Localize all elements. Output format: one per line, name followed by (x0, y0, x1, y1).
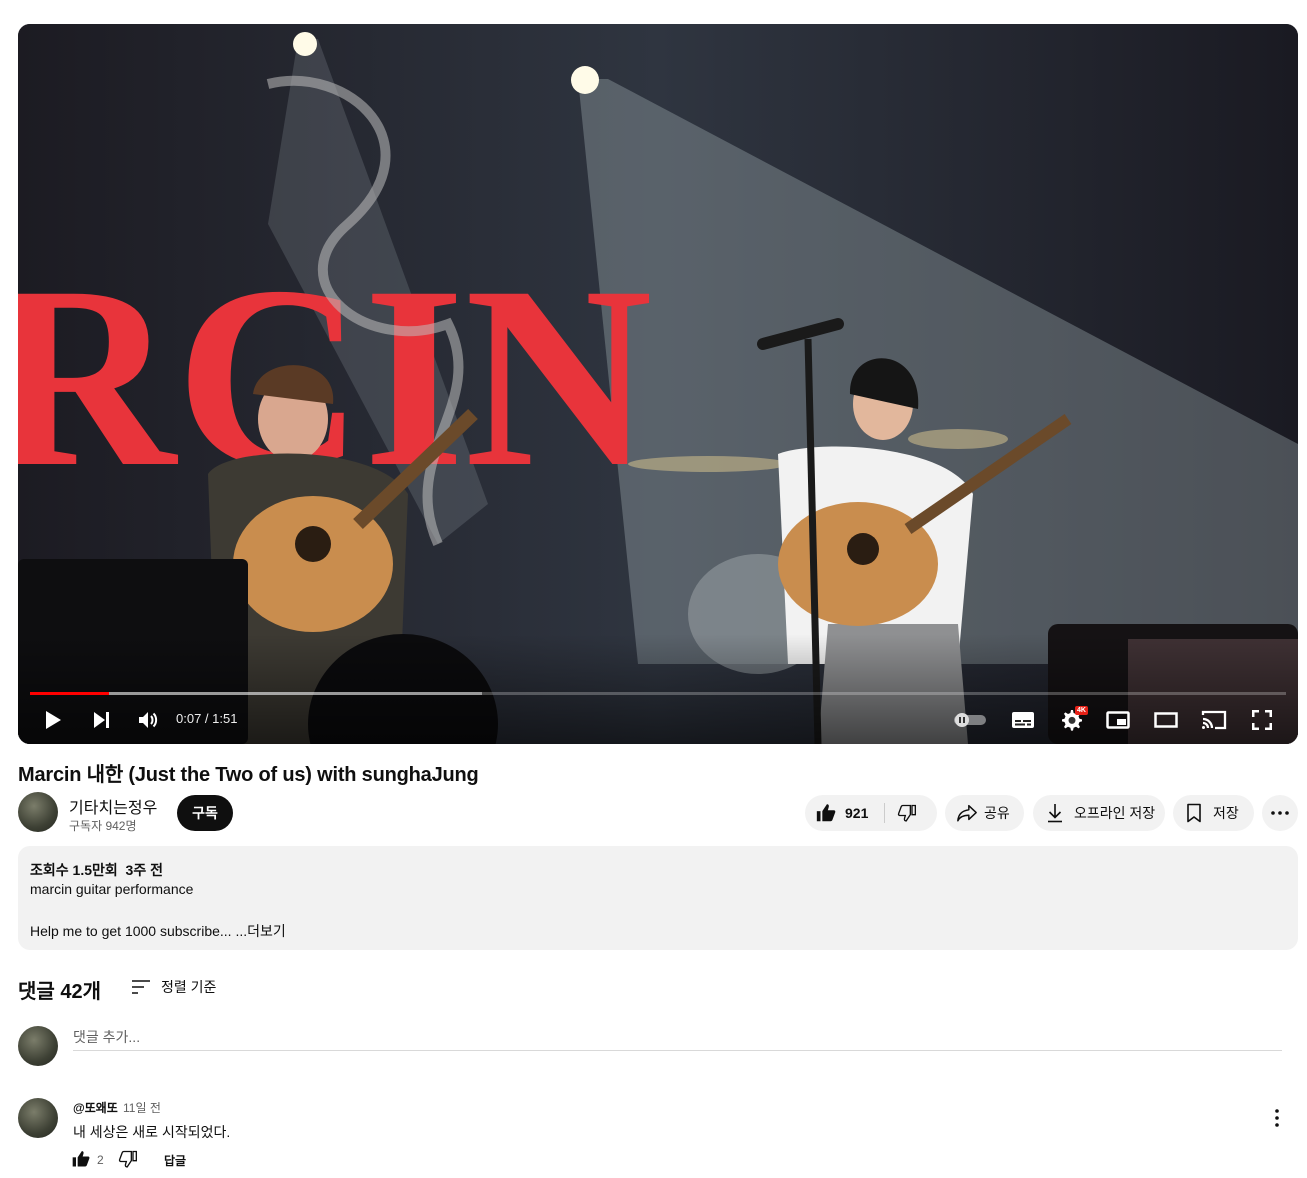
current-time: 0:07 (176, 711, 202, 726)
time-separator: / (201, 711, 213, 726)
volume-icon (139, 712, 158, 728)
volume-button[interactable] (133, 706, 163, 734)
video-title: Marcin 내한 (Just the Two of us) with sung… (18, 764, 479, 786)
more-actions-button[interactable] (1262, 795, 1298, 831)
autoplay-toggle-icon (954, 713, 986, 727)
add-comment-input[interactable]: 댓글 추가... (73, 1027, 1282, 1051)
video-player[interactable]: RCIN 0:07 / 1:51 4K (18, 24, 1298, 744)
bookmark-icon (1187, 803, 1201, 823)
view-count-and-date: 조회수 1.5만회 3주 전 (30, 862, 163, 878)
miniplayer-icon (1106, 711, 1130, 729)
share-label: 공유 (984, 805, 1010, 821)
subscriber-count: 구독자 942명 (69, 819, 137, 833)
progress-bar[interactable] (30, 692, 1286, 695)
fullscreen-icon (1252, 710, 1272, 730)
comment-author[interactable]: @또왜또 (73, 1099, 118, 1116)
save-button[interactable]: 저장 (1173, 795, 1254, 831)
comment-reply-button[interactable]: 답글 (164, 1152, 186, 1169)
skip-next-icon (94, 712, 109, 728)
cast-icon (1201, 710, 1227, 730)
played-bar (30, 692, 110, 695)
miniplayer-button[interactable] (1103, 706, 1133, 734)
comment-like-count: 2 (97, 1153, 104, 1167)
comment-time[interactable]: 11일 전 (123, 1099, 161, 1116)
subtitles-button[interactable] (1008, 706, 1038, 734)
play-button[interactable] (38, 706, 68, 734)
like-dislike-group: 921 (805, 795, 937, 831)
subtitles-icon (1012, 712, 1034, 728)
autoplay-toggle[interactable] (952, 706, 988, 734)
share-button[interactable]: 공유 (945, 795, 1024, 831)
download-label: 오프라인 저장 (1074, 805, 1156, 821)
time-display: 0:07 / 1:51 (176, 711, 237, 726)
theater-mode-button[interactable] (1151, 706, 1181, 734)
show-more-button[interactable]: ...더보기 (235, 923, 285, 939)
fullscreen-button[interactable] (1247, 706, 1277, 734)
download-button[interactable]: 오프라인 저장 (1033, 795, 1165, 831)
comment-menu-button[interactable] (1266, 1106, 1288, 1130)
sort-icon (132, 980, 150, 994)
share-icon (957, 804, 977, 822)
thumbs-up-icon (816, 804, 836, 822)
description-preview: Help me to get 1000 subscribe... ...더보기 (30, 921, 286, 941)
channel-name[interactable]: 기타치는정우 (69, 794, 157, 818)
subscribe-button[interactable]: 구독 (177, 795, 233, 831)
sort-comments-button[interactable]: 정렬 기준 (130, 976, 216, 998)
like-divider (884, 803, 885, 823)
play-icon (46, 711, 61, 729)
description-truncated: Help me to get 1000 subscribe... (30, 923, 232, 939)
more-vertical-icon (1275, 1109, 1279, 1127)
download-icon (1048, 804, 1062, 823)
description-box[interactable]: 조회수 1.5만회 3주 전 marcin guitar performance… (18, 846, 1298, 950)
thumbs-down-icon (897, 804, 916, 822)
comment-dislike-button[interactable] (118, 1149, 138, 1174)
like-count: 921 (845, 805, 869, 821)
thumbs-down-icon (118, 1150, 137, 1168)
description-line: marcin guitar performance (30, 881, 194, 897)
channel-avatar[interactable] (18, 792, 58, 832)
like-button[interactable]: 921 (815, 795, 883, 831)
dislike-button[interactable] (897, 795, 927, 831)
quality-badge: 4K (1075, 706, 1088, 715)
more-horizontal-icon (1271, 811, 1289, 815)
theater-icon (1154, 712, 1178, 728)
sort-label: 정렬 기준 (161, 979, 217, 995)
duration: 1:51 (212, 711, 238, 726)
comment-text: 내 세상은 새로 시작되었다. (73, 1124, 231, 1140)
user-avatar (18, 1026, 58, 1066)
comment-author-avatar[interactable] (18, 1098, 58, 1138)
comments-count: 댓글 42개 (18, 981, 102, 1003)
next-button[interactable] (86, 706, 116, 734)
save-label: 저장 (1213, 805, 1239, 821)
comment-like-button[interactable] (71, 1149, 91, 1174)
thumbs-up-icon (72, 1151, 90, 1167)
cast-button[interactable] (1199, 706, 1229, 734)
